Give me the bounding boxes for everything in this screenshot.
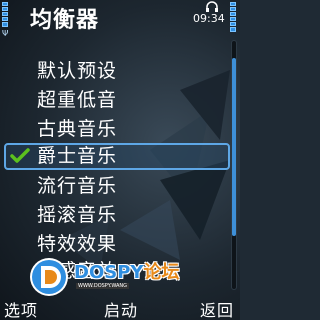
watermark-brand: DOSPY论坛 — [74, 262, 180, 283]
battery-icon — [228, 2, 238, 34]
watermark-url: WWW.DOSPY.WANG — [76, 283, 130, 289]
scrollbar-thumb[interactable] — [232, 58, 236, 236]
softkey-bar: 选项 启动 返回 — [0, 296, 240, 320]
status-header: Ψ 均衡器 09:34 — [0, 0, 240, 38]
antenna-icon: Ψ — [2, 29, 9, 38]
clock: 09:34 — [193, 12, 225, 25]
list-item-label: 爵士音乐 — [37, 145, 118, 167]
list-item-label: 特效效果 — [37, 233, 118, 255]
list-item-label: 摇滚音乐 — [37, 204, 118, 226]
list-item[interactable]: 超重低音 — [4, 87, 230, 114]
list-item-label: 默认预设 — [37, 60, 118, 82]
list-item[interactable]: 古典音乐 — [4, 116, 230, 143]
activate-softkey[interactable]: 启动 — [104, 297, 138, 320]
page-title: 均衡器 — [30, 8, 100, 33]
list-item[interactable]: 摇滚音乐 — [4, 202, 230, 229]
checkmark-icon — [10, 148, 30, 163]
list-item-label: 流行音乐 — [37, 175, 118, 197]
list-item-label: 古典音乐 — [37, 118, 118, 140]
signal-strength-icon — [2, 2, 12, 32]
list-item-selected[interactable]: 爵士音乐 — [4, 143, 230, 170]
list-item[interactable]: 流行音乐 — [4, 173, 230, 200]
options-softkey[interactable]: 选项 — [4, 297, 38, 320]
list-item[interactable]: 特效效果 — [4, 231, 230, 258]
list-item-label: 超重低音 — [37, 89, 118, 111]
list-item[interactable]: 默认预设 — [4, 58, 230, 85]
dospy-watermark: DOSPY论坛 WWW.DOSPY.WANG — [28, 256, 218, 298]
back-softkey[interactable]: 返回 — [200, 297, 234, 320]
dospy-logo-icon — [30, 258, 68, 296]
